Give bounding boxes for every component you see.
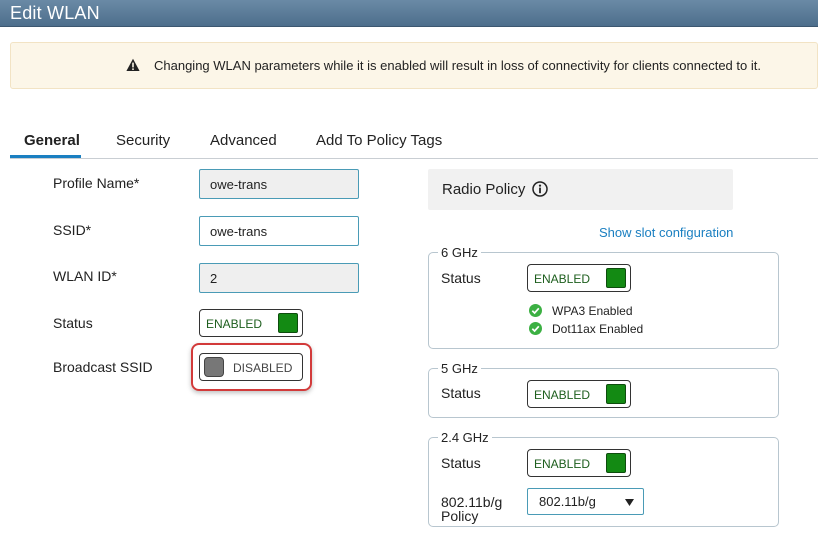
policy-select[interactable]: 802.11b/g (527, 488, 644, 515)
toggle-knob (606, 268, 626, 288)
info-circle-icon[interactable] (532, 181, 548, 197)
policy-select-value: 802.11b/g (539, 494, 596, 509)
warning-banner: Changing WLAN parameters while it is ena… (10, 42, 818, 89)
window-title-bar: Edit WLAN (0, 0, 818, 27)
check-circle-icon (529, 304, 542, 317)
warning-text: Changing WLAN parameters while it is ena… (154, 58, 761, 73)
band-2-4ghz-toggle-text: ENABLED (534, 457, 591, 471)
show-slot-configuration-link[interactable]: Show slot configuration (599, 225, 733, 240)
toggle-knob (278, 313, 298, 333)
check-circle-icon (529, 322, 542, 335)
status-label: Status (53, 315, 93, 331)
chevron-down-icon (625, 499, 634, 506)
band-6ghz-legend: 6 GHz (441, 245, 478, 260)
ssid-field[interactable] (199, 216, 359, 246)
tab-advanced[interactable]: Advanced (210, 132, 277, 149)
band-2-4ghz-status-toggle[interactable]: ENABLED (527, 449, 631, 477)
tab-security[interactable]: Security (116, 132, 170, 149)
radio-policy-title: Radio Policy (442, 181, 526, 198)
band-5ghz-toggle-text: ENABLED (534, 388, 591, 402)
toggle-knob (204, 357, 224, 377)
broadcast-ssid-label: Broadcast SSID (53, 359, 153, 375)
status-toggle[interactable]: ENABLED (199, 309, 303, 337)
band-2-4ghz-status-label: Status (441, 455, 481, 471)
window-title: Edit WLAN (10, 3, 100, 23)
band-5ghz-status-label: Status (441, 385, 481, 401)
band-6ghz-toggle-text: ENABLED (534, 272, 591, 286)
policy-label-line2: Policy (441, 508, 479, 524)
broadcast-ssid-toggle[interactable]: DISABLED (199, 353, 303, 381)
tab-general[interactable]: General (24, 132, 80, 149)
wpa3-enabled-text: WPA3 Enabled (552, 304, 633, 318)
band-2-4ghz-legend: 2.4 GHz (441, 430, 489, 445)
broadcast-ssid-toggle-text: DISABLED (233, 361, 293, 375)
toggle-knob (606, 453, 626, 473)
ssid-label: SSID* (53, 222, 92, 238)
toggle-knob (606, 384, 626, 404)
profile-name-field[interactable] (199, 169, 359, 199)
dot11ax-enabled-text: Dot11ax Enabled (552, 322, 644, 336)
wlan-id-field[interactable] (199, 263, 359, 293)
active-tab-indicator (10, 155, 81, 158)
band-6ghz-status-label: Status (441, 270, 481, 286)
tab-add-to-policy-tags[interactable]: Add To Policy Tags (316, 132, 442, 149)
radio-policy-header: Radio Policy (428, 169, 733, 210)
band-5ghz-legend: 5 GHz (441, 361, 478, 376)
warning-triangle-icon (126, 58, 140, 71)
wlan-id-label: WLAN ID* (53, 268, 117, 284)
band-5ghz-status-toggle[interactable]: ENABLED (527, 380, 631, 408)
status-toggle-text: ENABLED (206, 317, 263, 331)
tab-bar: General Security Advanced Add To Policy … (10, 128, 818, 159)
band-6ghz-status-toggle[interactable]: ENABLED (527, 264, 631, 292)
profile-name-label: Profile Name* (53, 175, 140, 191)
